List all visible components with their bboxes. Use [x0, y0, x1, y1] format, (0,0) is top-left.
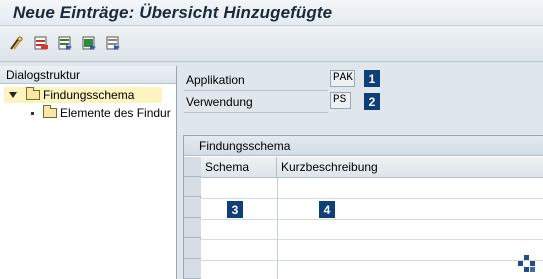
table-row[interactable]: 3 4 — [201, 199, 543, 219]
select-all-icon[interactable] — [80, 34, 98, 52]
column-header-schema[interactable]: Schema — [201, 157, 277, 178]
column-header-kurzbeschreibung[interactable]: Kurzbeschreibung — [277, 157, 543, 178]
row-selector[interactable] — [184, 218, 201, 238]
row-selector[interactable] — [184, 157, 201, 177]
row-divider — [201, 260, 543, 261]
row-selector[interactable] — [184, 198, 201, 218]
application-toolbar — [0, 26, 543, 62]
table-settings-icon[interactable] — [516, 254, 538, 274]
row-selector[interactable] — [184, 239, 201, 259]
dialog-structure-header: Dialogstruktur — [0, 66, 176, 84]
application-field[interactable]: PAK — [330, 70, 355, 87]
bullet-icon — [31, 111, 34, 115]
application-separator — [184, 90, 328, 91]
delete-entries-icon[interactable] — [32, 34, 50, 52]
marker-2: 2 — [364, 93, 380, 110]
select-block-icon[interactable] — [56, 34, 74, 52]
glasses-icon[interactable] — [8, 34, 26, 52]
findungsschema-table: Findungsschema Schema Kurzbeschreibung 3… — [183, 135, 543, 279]
row-selector[interactable] — [184, 177, 201, 197]
folder-icon — [43, 105, 57, 118]
deselect-all-icon[interactable] — [104, 34, 122, 52]
usage-field[interactable]: PS — [330, 92, 351, 109]
tree-item-label: Findungsschema — [43, 88, 135, 102]
table-header-row: Schema Kurzbeschreibung — [184, 157, 543, 178]
window-title: Neue Einträge: Übersicht Hinzugefügte — [13, 3, 333, 22]
table-title: Findungsschema — [184, 136, 543, 156]
title-bar: Neue Einträge: Übersicht Hinzugefügte — [0, 0, 543, 26]
tree-item-label: Elemente des Findur — [60, 106, 171, 120]
open-folder-icon — [26, 87, 40, 100]
row-selector[interactable] — [184, 259, 201, 279]
application-label: Applikation — [186, 73, 245, 87]
tree-item-findungsschema[interactable]: Findungsschema — [4, 87, 162, 103]
row-divider — [201, 219, 543, 220]
expand-triangle-icon[interactable] — [9, 92, 17, 98]
dialog-structure-panel: Dialogstruktur Findungsschema Elemente d… — [0, 66, 177, 279]
marker-3: 3 — [227, 201, 243, 218]
marker-4: 4 — [319, 201, 335, 218]
row-selector-column — [184, 157, 201, 279]
table-row[interactable] — [201, 178, 543, 198]
tree-item-elemente[interactable]: Elemente des Findur — [4, 105, 176, 121]
usage-separator — [184, 112, 328, 113]
marker-1: 1 — [364, 70, 380, 87]
row-divider — [201, 239, 543, 240]
usage-label: Verwendung — [186, 95, 253, 109]
